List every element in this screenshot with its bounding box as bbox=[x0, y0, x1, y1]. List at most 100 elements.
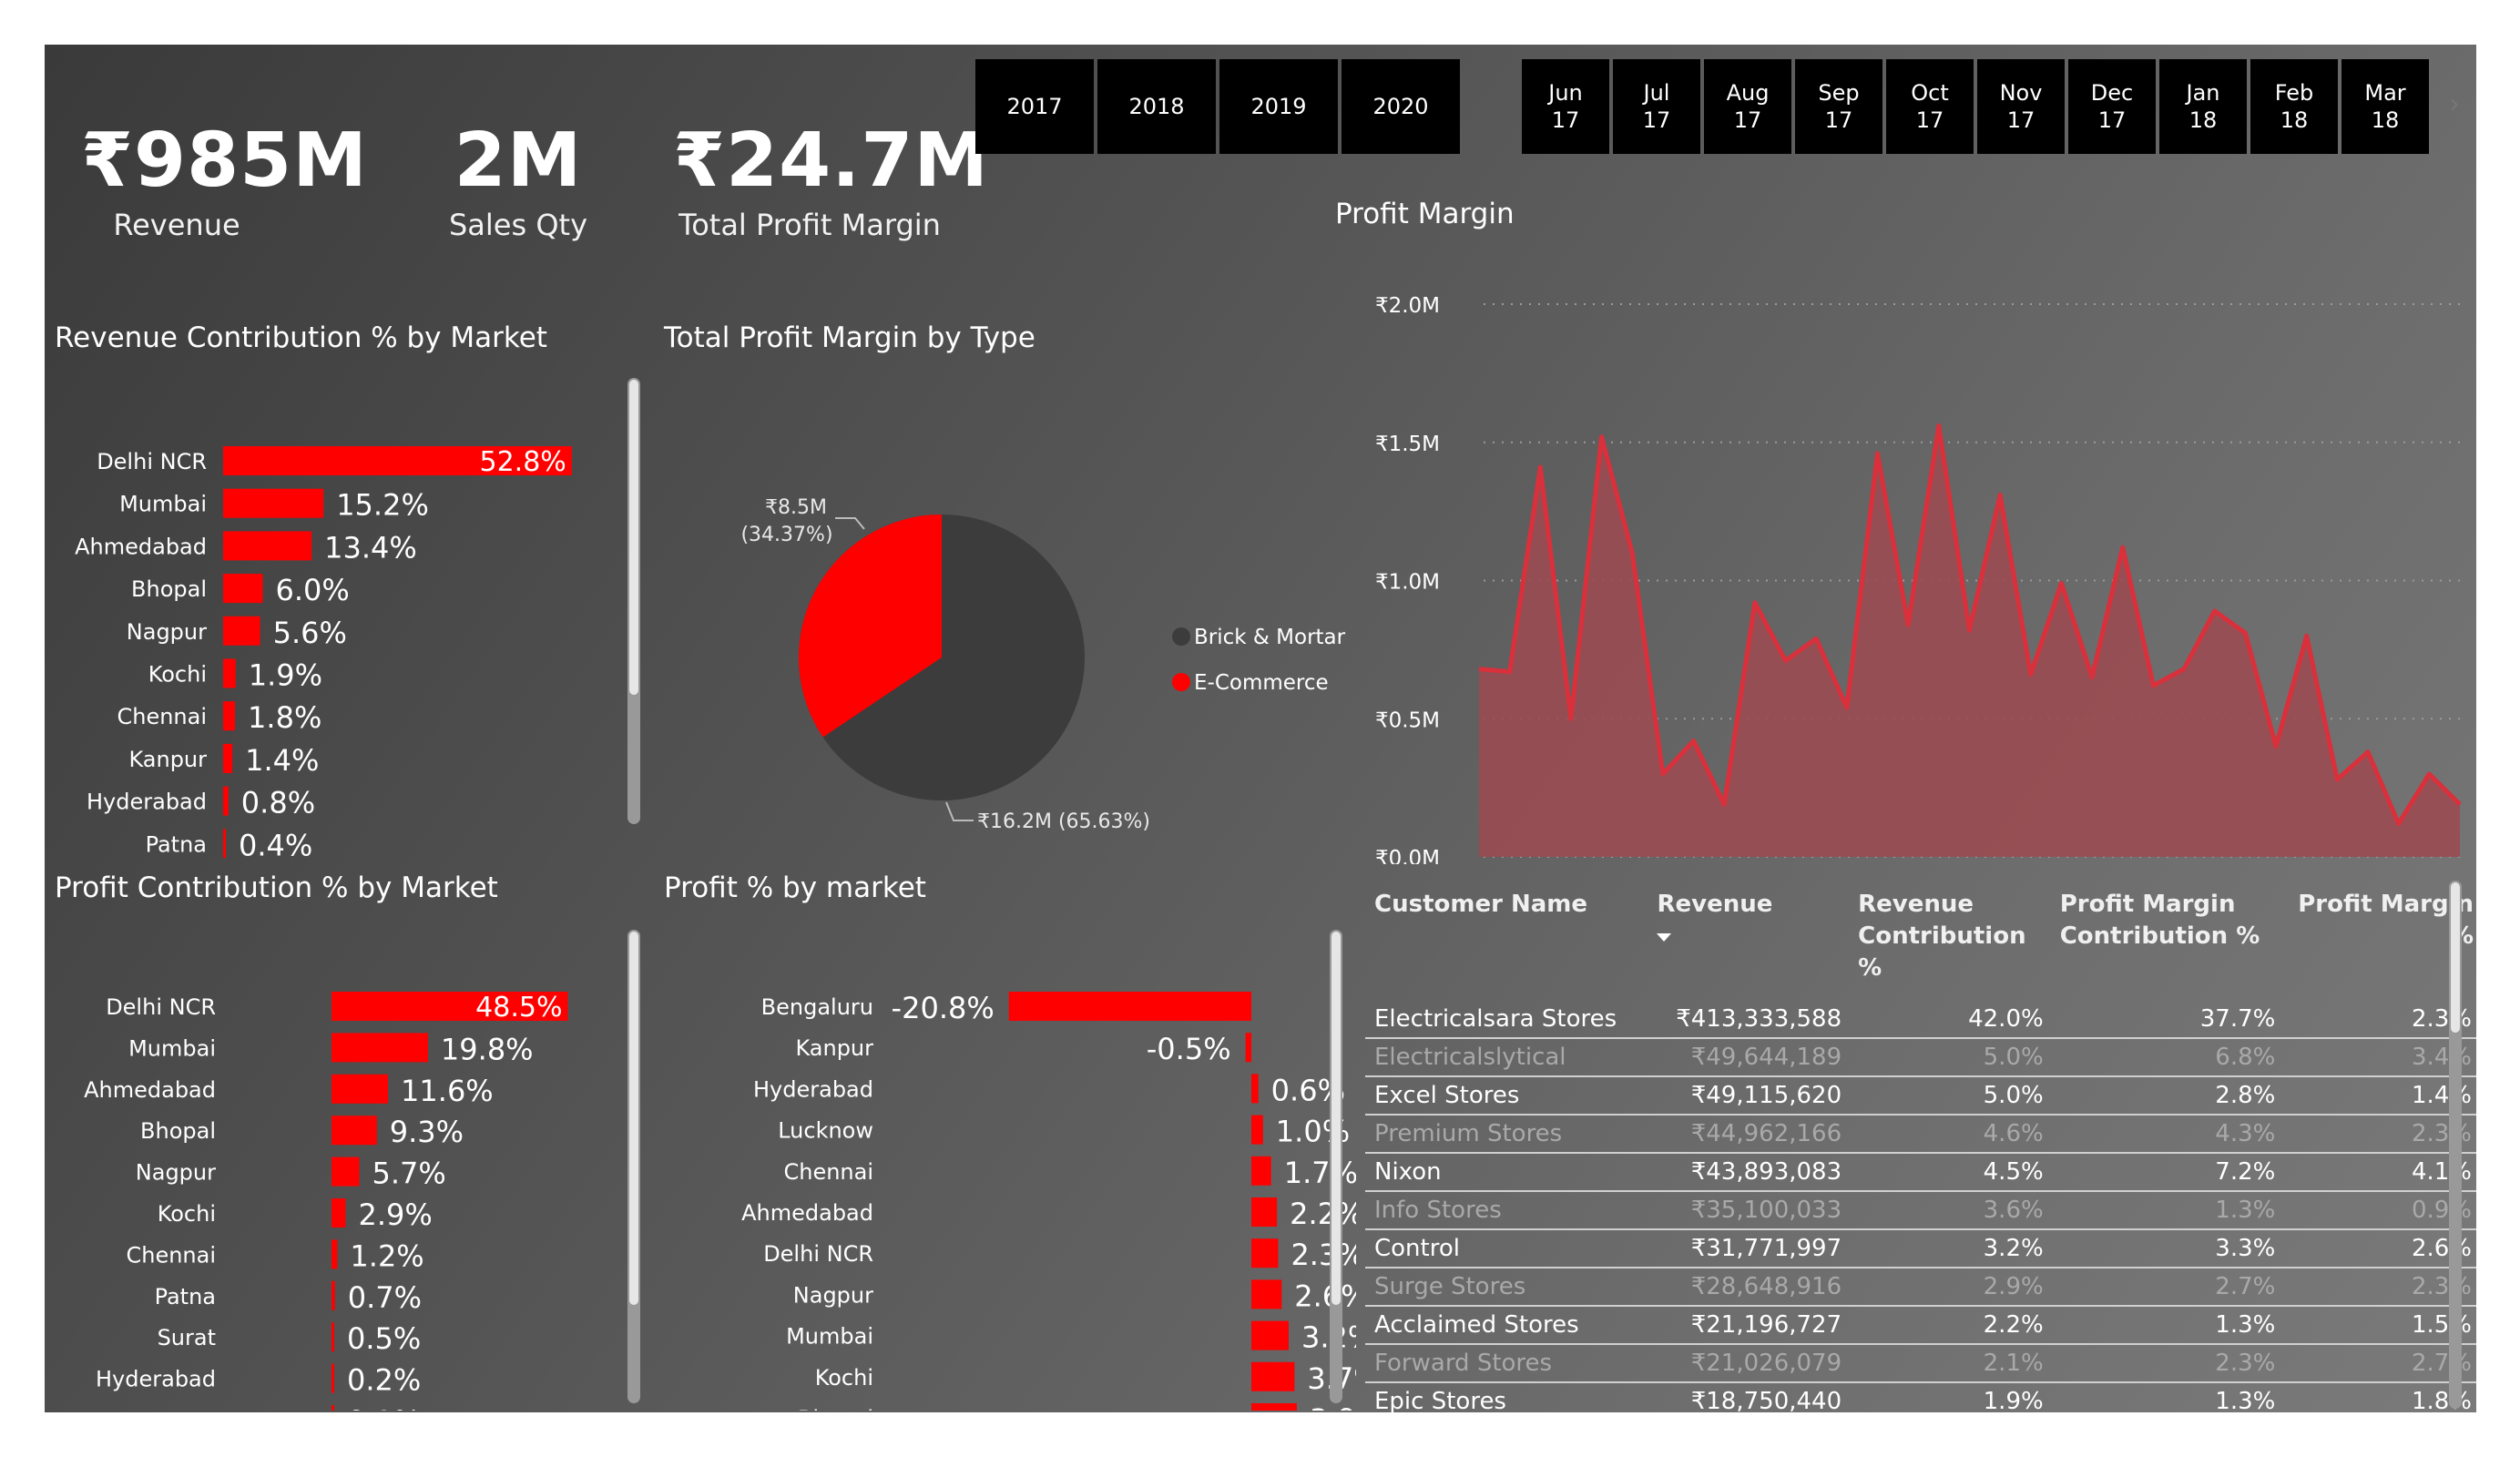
scrollbar[interactable] bbox=[2449, 881, 2462, 1409]
table-row[interactable]: Acclaimed Stores ₹21,196,727 2.2% 1.3% 1.5% bbox=[1365, 1306, 2476, 1346]
bar bbox=[223, 574, 263, 604]
scrollbar[interactable] bbox=[627, 930, 640, 1403]
month-button[interactable]: Jun 17 bbox=[1522, 59, 1609, 154]
area-fill bbox=[1479, 425, 2460, 857]
category-label: Delhi NCR bbox=[763, 1241, 873, 1267]
slicer-next-icon[interactable]: › bbox=[2449, 88, 2460, 120]
data-label: 48.5% bbox=[475, 992, 562, 1024]
table-row[interactable]: Control ₹31,771,997 3.2% 3.3% 2.6% bbox=[1365, 1229, 2476, 1269]
category-label: Patna bbox=[155, 1284, 216, 1309]
year-button[interactable]: 2017 bbox=[975, 59, 1094, 154]
bar bbox=[332, 1156, 360, 1187]
chart-title: Revenue Contribution % by Market bbox=[55, 321, 547, 354]
value-cell: ₹49,644,189 bbox=[1649, 1038, 1852, 1078]
table-row[interactable]: Info Stores ₹35,100,033 3.6% 1.3% 0.9% bbox=[1365, 1191, 2476, 1231]
column-header[interactable]: Revenue bbox=[1649, 878, 1851, 992]
table-body: Electricalsara Stores ₹413,333,588 42.0% 37… bbox=[1365, 992, 2476, 1412]
value-cell: 2.3% bbox=[2284, 1001, 2476, 1040]
bar bbox=[1251, 1403, 1297, 1411]
column-header[interactable]: Revenue Contribution % bbox=[1851, 878, 2053, 992]
scrollbar-thumb[interactable] bbox=[629, 932, 638, 1305]
table-row[interactable]: Premium Stores ₹44,962,166 4.6% 4.3% 2.3% bbox=[1365, 1115, 2476, 1155]
data-label: -20.8% bbox=[892, 991, 995, 1025]
month-button[interactable]: Nov 17 bbox=[1977, 59, 2065, 154]
year-label: 17 bbox=[1551, 107, 1580, 133]
month-label: Nov bbox=[1999, 80, 2043, 106]
month-button[interactable]: Jan 18 bbox=[2159, 59, 2247, 154]
scrollbar[interactable] bbox=[627, 378, 640, 824]
y-tick-label: ₹0.5M bbox=[1375, 708, 1440, 732]
bar bbox=[223, 829, 226, 859]
data-label: 0.8% bbox=[241, 786, 315, 820]
category-label: Kanpur bbox=[795, 1035, 873, 1061]
value-cell: 2.3% bbox=[2052, 1344, 2285, 1384]
category-label: Kochi bbox=[148, 662, 207, 688]
bar bbox=[223, 786, 229, 816]
category-label: Patna bbox=[146, 831, 207, 857]
year-label: 17 bbox=[1642, 107, 1671, 133]
column-header[interactable]: Profit Margin % bbox=[2284, 878, 2476, 992]
customer-name-cell: Electricalslytical bbox=[1365, 1038, 1650, 1078]
value-cell: 1.5% bbox=[2284, 1306, 2476, 1346]
data-label: 6.0% bbox=[276, 573, 350, 607]
value-cell: 1.4% bbox=[2284, 1076, 2476, 1116]
month-button[interactable]: Sep 17 bbox=[1795, 59, 1882, 154]
year-button[interactable]: 2019 bbox=[1219, 59, 1338, 154]
value-cell: 2.3% bbox=[2284, 1268, 2476, 1308]
month-button[interactable]: Aug 17 bbox=[1704, 59, 1791, 154]
category-label: Mumbai bbox=[119, 492, 207, 517]
kpi-value: 2M bbox=[454, 117, 583, 204]
data-label: 1.7% bbox=[1284, 1156, 1356, 1190]
category-label: Lucknow bbox=[778, 1118, 873, 1144]
column-header[interactable]: Customer Name bbox=[1365, 878, 1649, 992]
legend-label: E-Commerce bbox=[1194, 671, 1329, 695]
bar bbox=[1251, 1197, 1278, 1227]
month-label: Aug bbox=[1726, 80, 1770, 106]
table-header-row: Customer Name Revenue Revenue Contributio… bbox=[1365, 878, 2476, 992]
month-button[interactable]: Dec 17 bbox=[2068, 59, 2156, 154]
data-label: 0.4% bbox=[239, 828, 312, 862]
table-row[interactable]: Nixon ₹43,893,083 4.5% 7.2% 4.1% bbox=[1365, 1153, 2476, 1193]
month-button[interactable]: Feb 18 bbox=[2250, 59, 2338, 154]
table-row[interactable]: Excel Stores ₹49,115,620 5.0% 2.8% 1.4% bbox=[1365, 1076, 2476, 1116]
scrollbar[interactable] bbox=[1330, 930, 1342, 1403]
category-label: Bhopal bbox=[140, 1118, 216, 1144]
month-button[interactable]: Oct 17 bbox=[1886, 59, 1974, 154]
value-cell: 1.3% bbox=[2052, 1306, 2285, 1346]
value-cell: 37.7% bbox=[2052, 1001, 2285, 1040]
year-label: 18 bbox=[2188, 107, 2218, 133]
data-label: 1.2% bbox=[350, 1238, 423, 1273]
month-button[interactable]: Mar 18 bbox=[2341, 59, 2429, 154]
value-cell: ₹35,100,033 bbox=[1649, 1191, 1852, 1231]
column-header[interactable]: Profit Margin Contribution % bbox=[2053, 878, 2285, 992]
table-row[interactable]: Electricalsara Stores ₹413,333,588 42.0% 37… bbox=[1365, 1001, 2476, 1040]
category-label: Chennai bbox=[783, 1159, 873, 1185]
year-button[interactable]: 2018 bbox=[1097, 59, 1216, 154]
year-label: 18 bbox=[2371, 107, 2400, 133]
data-label: 52.8% bbox=[479, 446, 566, 478]
scrollbar-thumb[interactable] bbox=[2451, 882, 2460, 1033]
year-slicer: 2017 2018 2019 2020 bbox=[975, 59, 1464, 154]
pie-label: ₹8.5M bbox=[765, 496, 827, 519]
bar bbox=[1251, 1074, 1259, 1104]
year-label: 18 bbox=[2280, 107, 2309, 133]
value-cell: ₹43,893,083 bbox=[1649, 1153, 1852, 1193]
table-row[interactable]: Surge Stores ₹28,648,916 2.9% 2.7% 2.3% bbox=[1365, 1268, 2476, 1308]
month-label: Jan bbox=[2186, 80, 2220, 106]
kpi-label: Sales Qty bbox=[448, 208, 587, 242]
scrollbar-thumb[interactable] bbox=[1331, 932, 1341, 1305]
y-tick-label: ₹2.0M bbox=[1375, 294, 1440, 318]
category-label: Surat bbox=[158, 1325, 216, 1350]
table-row[interactable]: Forward Stores ₹21,026,079 2.1% 2.3% 2.7% bbox=[1365, 1344, 2476, 1384]
month-button[interactable]: Jul 17 bbox=[1613, 59, 1700, 154]
bar bbox=[1251, 1238, 1279, 1269]
table-row[interactable]: Electricalslytical ₹49,644,189 5.0% 6.8% 3.4… bbox=[1365, 1038, 2476, 1078]
year-button[interactable]: 2020 bbox=[1342, 59, 1460, 154]
profit-pct-by-market-chart: Bengaluru -20.8%Kanpur -0.5%Hyderabad 0.6%L… bbox=[741, 991, 1356, 1411]
value-cell: 42.0% bbox=[1851, 1001, 2053, 1040]
customer-name-cell: Excel Stores bbox=[1365, 1076, 1650, 1116]
bar bbox=[332, 1322, 334, 1352]
scrollbar-thumb[interactable] bbox=[629, 380, 638, 695]
table-row[interactable]: Epic Stores ₹18,750,440 1.9% 1.3% 1.8% bbox=[1365, 1382, 2476, 1412]
chart-title: Total Profit Margin by Type bbox=[664, 321, 1036, 354]
